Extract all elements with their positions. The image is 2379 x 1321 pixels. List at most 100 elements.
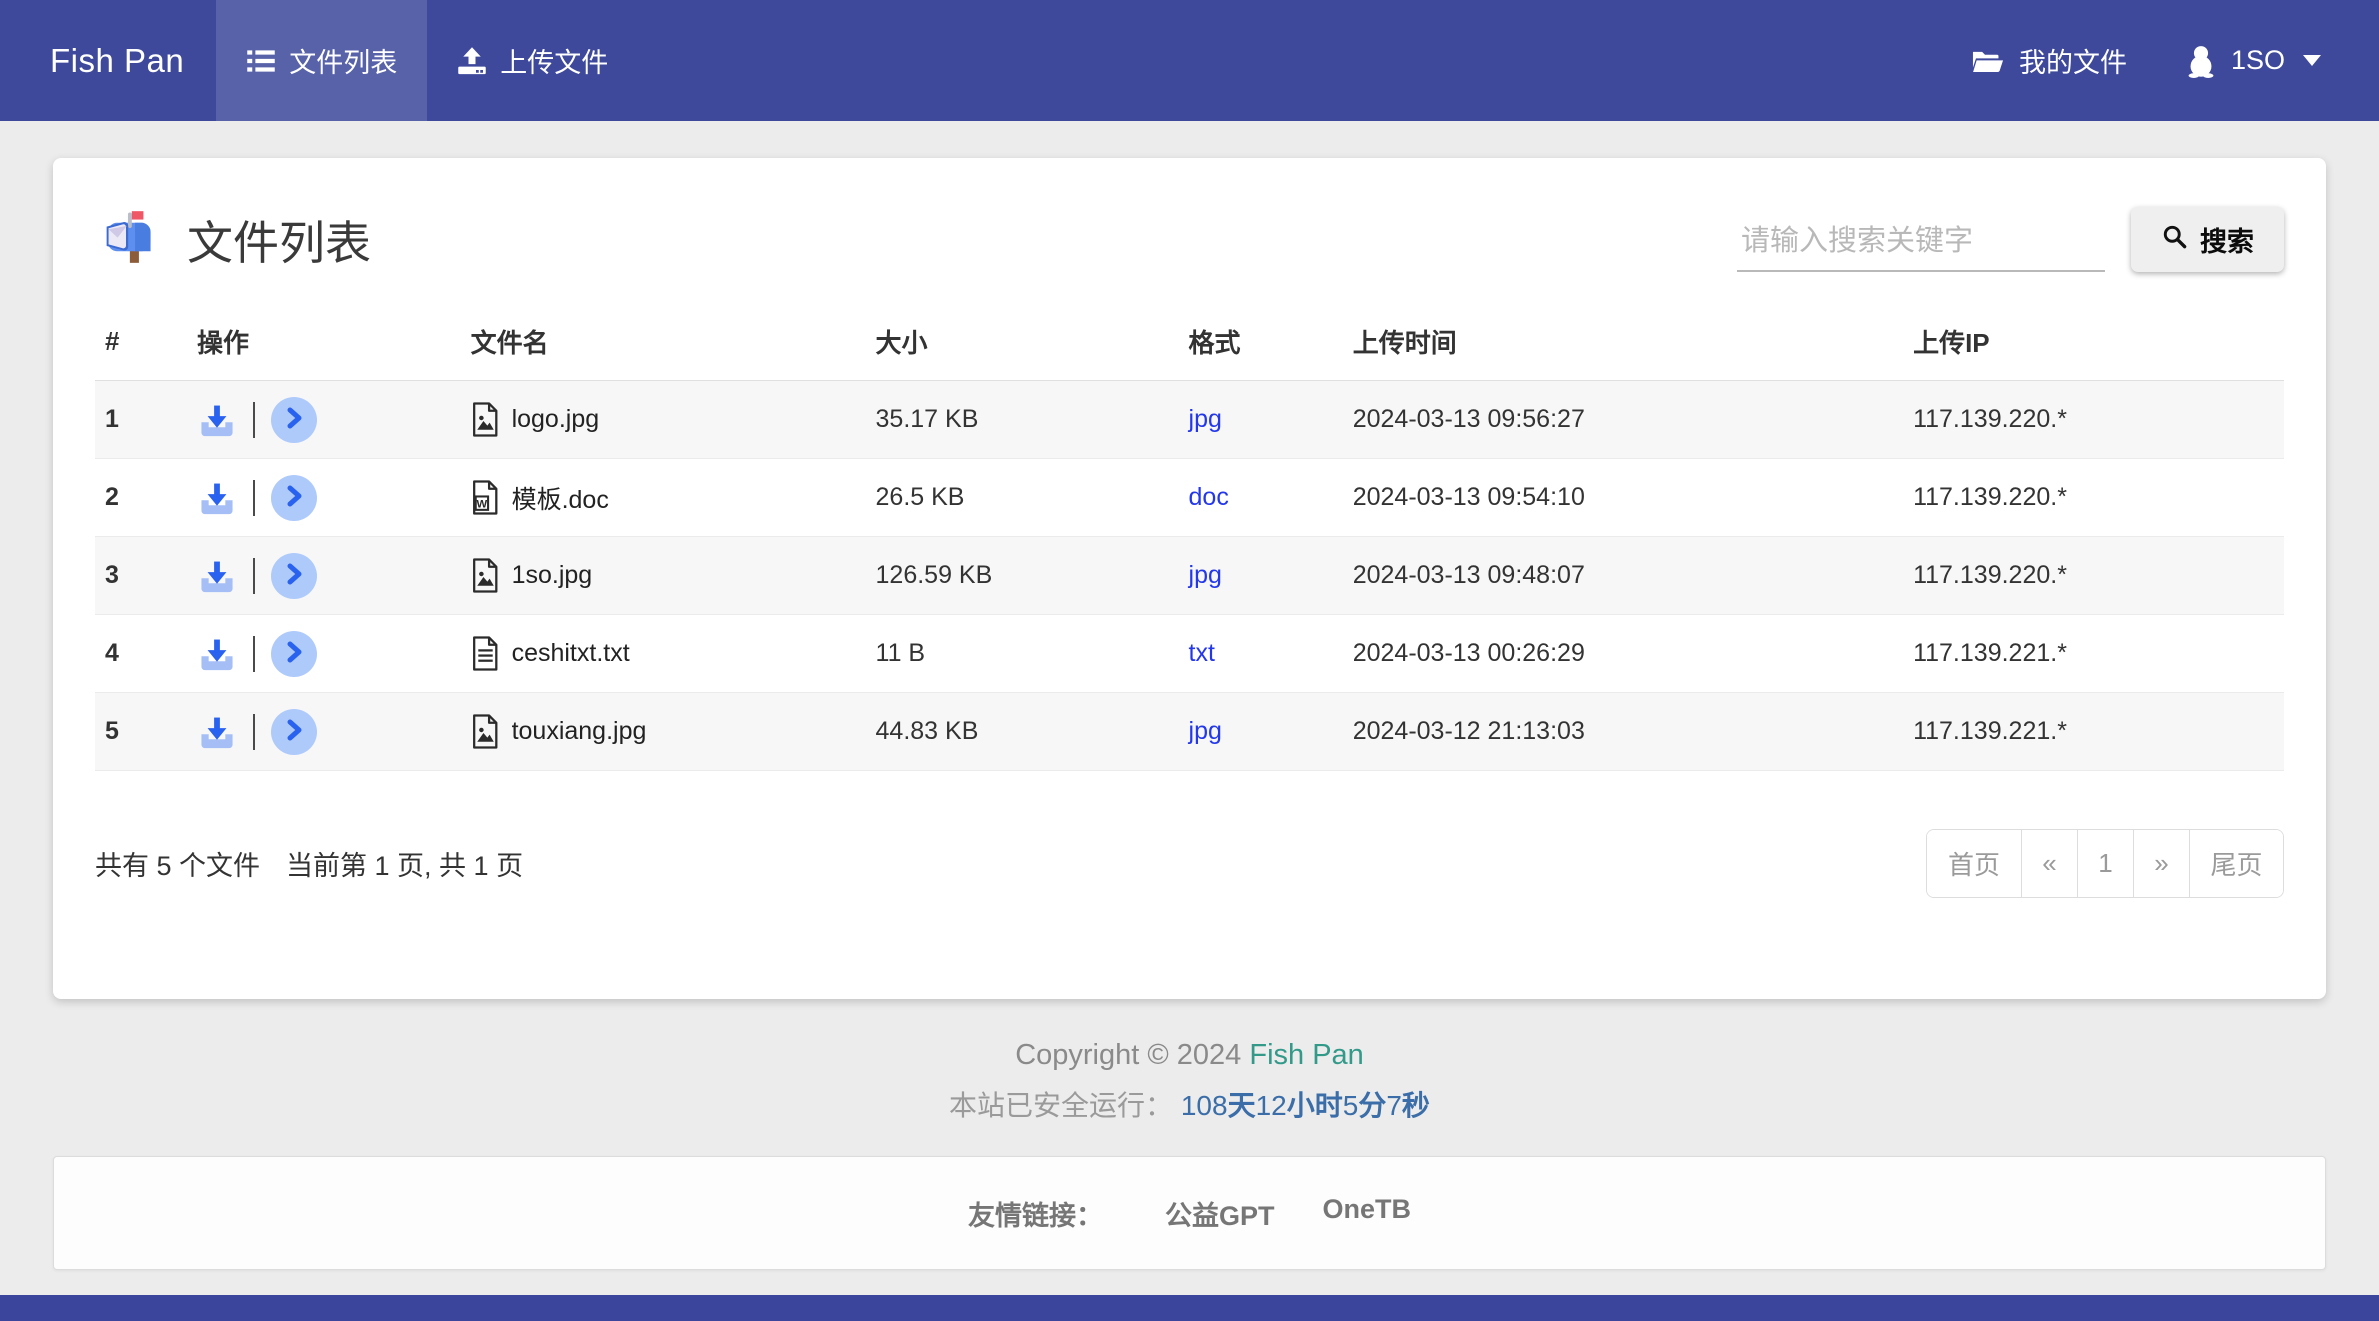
file-size: 11 B bbox=[875, 639, 926, 667]
col-upload-ip: 上传IP bbox=[1903, 307, 2284, 381]
tab-upload-file[interactable]: 上传文件 bbox=[427, 0, 638, 121]
table-row: 3 1so.jpg 126.59 KB jpg 2024-03-13 09:48:07 1… bbox=[95, 536, 2284, 615]
mailbox-icon bbox=[95, 206, 157, 273]
tab-file-list[interactable]: 文件列表 bbox=[216, 0, 428, 121]
download-button[interactable] bbox=[197, 556, 237, 596]
format-link[interactable]: jpg bbox=[1189, 561, 1222, 589]
file-count-summary: 共有 5 个文件 当前第 1 页, 共 1 页 bbox=[95, 844, 523, 883]
file-size: 26.5 KB bbox=[875, 483, 965, 511]
friend-links-label: 友情链接： bbox=[967, 1200, 1103, 1231]
friend-link[interactable]: 公益GPT bbox=[1165, 1194, 1275, 1233]
table-row: 5 touxiang.jpg 44.83 KB jpg 2024-03-12 21:13… bbox=[95, 692, 2284, 771]
navbar: Fish Pan 文件列表 上传文件 我的文件 1SO bbox=[0, 0, 2379, 121]
friend-link[interactable]: OneTB bbox=[1323, 1194, 1412, 1233]
upload-time: 2024-03-13 09:56:27 bbox=[1352, 405, 1585, 433]
total-files-text: 共有 5 个文件 bbox=[95, 851, 261, 881]
search-button[interactable]: 搜索 bbox=[2131, 207, 2284, 272]
friend-links: 公益GPT OneTB bbox=[1165, 1194, 1411, 1233]
brand-logo[interactable]: Fish Pan bbox=[0, 0, 216, 121]
row-index: 5 bbox=[105, 717, 119, 745]
page-title: 文件列表 bbox=[187, 216, 371, 269]
col-filename: 文件名 bbox=[460, 307, 866, 381]
upload-ip: 117.139.221.* bbox=[1913, 639, 2067, 667]
upload-icon bbox=[457, 46, 487, 76]
action-divider bbox=[252, 401, 255, 438]
file-size: 44.83 KB bbox=[875, 717, 979, 745]
open-file-button[interactable] bbox=[270, 552, 317, 599]
upload-time: 2024-03-12 21:13:03 bbox=[1352, 717, 1585, 745]
col-size: 大小 bbox=[865, 307, 1179, 381]
search-button-label: 搜索 bbox=[2200, 227, 2254, 257]
open-file-button[interactable] bbox=[270, 474, 317, 521]
row-index: 4 bbox=[105, 639, 119, 667]
footer-bar bbox=[0, 1295, 2379, 1321]
file-name: 模板.doc bbox=[511, 485, 609, 514]
image-file-icon bbox=[471, 402, 500, 437]
row-index: 1 bbox=[105, 405, 119, 433]
upload-ip: 117.139.221.* bbox=[1913, 717, 2067, 745]
friend-links-box: 友情链接： 公益GPT OneTB bbox=[53, 1156, 2326, 1270]
download-button[interactable] bbox=[197, 712, 237, 752]
chevron-right-icon bbox=[279, 637, 309, 670]
next-page-button[interactable]: » bbox=[2133, 830, 2189, 897]
tab-label: 上传文件 bbox=[500, 48, 609, 78]
file-size: 35.17 KB bbox=[875, 405, 979, 433]
image-file-icon bbox=[471, 558, 500, 593]
user-menu[interactable]: 1SO bbox=[2185, 44, 2321, 78]
page-number-button[interactable]: 1 bbox=[2077, 830, 2133, 897]
upload-ip: 117.139.220.* bbox=[1913, 561, 2067, 589]
file-list-card: 文件列表 搜索 # 操作 文件名 bbox=[53, 158, 2326, 999]
file-name: ceshitxt.txt bbox=[511, 639, 630, 667]
table-row: 2 W 模板.doc 26.5 KB doc 2024-03-13 09:54:10 117… bbox=[95, 459, 2284, 537]
file-table: # 操作 文件名 大小 格式 上传时间 上传IP 1 logo.jpg 35.17 … bbox=[95, 307, 2284, 771]
card-footer: 共有 5 个文件 当前第 1 页, 共 1 页 首页 « 1 » 尾页 bbox=[95, 771, 2284, 960]
col-index: # bbox=[95, 307, 187, 381]
format-link[interactable]: txt bbox=[1189, 639, 1215, 667]
pagination: 首页 « 1 » 尾页 bbox=[1926, 829, 2284, 898]
uptime-label: 本站已安全运行： bbox=[949, 1090, 1174, 1121]
my-files-link[interactable]: 我的文件 bbox=[1971, 41, 2127, 80]
card-header: 文件列表 搜索 bbox=[95, 158, 2284, 307]
last-page-button[interactable]: 尾页 bbox=[2189, 830, 2283, 897]
chevron-right-icon bbox=[279, 403, 309, 436]
search-input[interactable] bbox=[1737, 215, 2105, 272]
prev-page-button[interactable]: « bbox=[2021, 830, 2077, 897]
col-upload-time: 上传时间 bbox=[1342, 307, 1904, 381]
chevron-right-icon bbox=[279, 481, 309, 514]
upload-time: 2024-03-13 09:48:07 bbox=[1352, 561, 1585, 589]
qq-penguin-icon bbox=[2185, 44, 2217, 78]
format-link[interactable]: doc bbox=[1189, 483, 1229, 511]
copyright-line: Copyright © 2024 Fish Pan bbox=[0, 1039, 2379, 1072]
format-link[interactable]: jpg bbox=[1189, 405, 1222, 433]
page-info-text: 当前第 1 页, 共 1 页 bbox=[286, 851, 524, 881]
action-divider bbox=[252, 557, 255, 594]
col-actions: 操作 bbox=[186, 307, 461, 381]
chevron-right-icon bbox=[279, 559, 309, 592]
file-name: touxiang.jpg bbox=[511, 717, 647, 745]
site-footer: Copyright © 2024 Fish Pan 本站已安全运行： 108天1… bbox=[0, 1039, 2379, 1124]
first-page-button[interactable]: 首页 bbox=[1927, 830, 2021, 897]
copyright-text: Copyright © 2024 bbox=[1015, 1039, 1242, 1071]
file-table-body: 1 logo.jpg 35.17 KB jpg 2024-03-13 09:56:27 1… bbox=[95, 380, 2284, 771]
footer-brand-link[interactable]: Fish Pan bbox=[1249, 1039, 1363, 1071]
nav-tabs: 文件列表 上传文件 bbox=[216, 0, 638, 121]
table-row: 1 logo.jpg 35.17 KB jpg 2024-03-13 09:56:27 1… bbox=[95, 380, 2284, 459]
row-index: 2 bbox=[105, 483, 119, 511]
folder-open-icon bbox=[1971, 46, 2005, 76]
navbar-right: 我的文件 1SO bbox=[1971, 0, 2379, 121]
download-button[interactable] bbox=[197, 634, 237, 674]
svg-text:W: W bbox=[476, 498, 487, 510]
open-file-button[interactable] bbox=[270, 396, 317, 443]
download-button[interactable] bbox=[197, 400, 237, 440]
format-link[interactable]: jpg bbox=[1189, 717, 1222, 745]
action-divider bbox=[252, 713, 255, 750]
download-button[interactable] bbox=[197, 478, 237, 518]
uptime-line: 本站已安全运行： 108天12小时5分7秒 bbox=[0, 1084, 2379, 1124]
open-file-button[interactable] bbox=[270, 708, 317, 755]
upload-ip: 117.139.220.* bbox=[1913, 483, 2067, 511]
action-divider bbox=[252, 479, 255, 516]
list-icon bbox=[246, 46, 276, 76]
search-icon bbox=[2161, 223, 2188, 257]
open-file-button[interactable] bbox=[270, 630, 317, 677]
image-file-icon bbox=[471, 714, 500, 749]
